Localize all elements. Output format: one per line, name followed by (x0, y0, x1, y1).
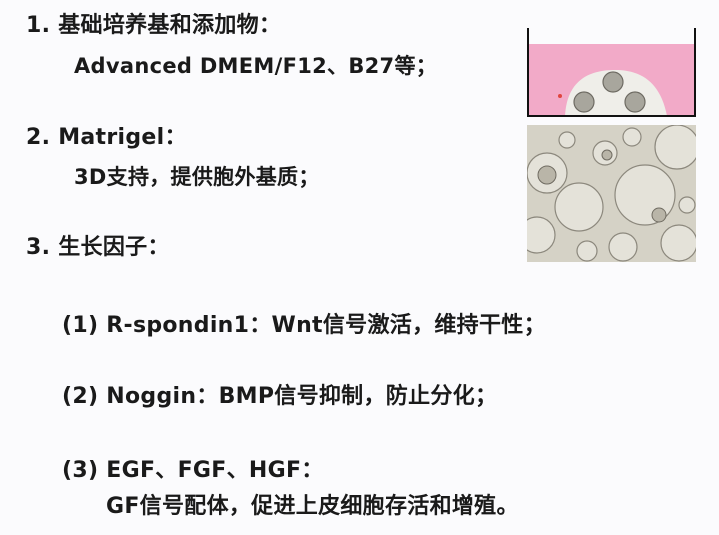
organoid-cluster (651, 207, 667, 223)
pipette-tip-dot (558, 94, 562, 98)
organoid (602, 71, 624, 93)
organoid-cluster (537, 165, 557, 185)
organoid-culture-dish-illustration (527, 28, 696, 117)
organoid-cluster (601, 149, 613, 161)
organoid-sphere (654, 125, 696, 170)
section-2-heading: 2. Matrigel： (26, 125, 187, 150)
organoid-sphere (678, 196, 696, 214)
organoid-sphere (660, 224, 696, 262)
growth-factor-item-2: (2) Noggin：BMP信号抑制，防止分化； (62, 384, 498, 409)
organoid-sphere (558, 131, 576, 149)
section-3-heading: 3. 生长因子： (26, 235, 170, 260)
growth-factor-item-3: (3) EGF、FGF、HGF： (62, 458, 324, 483)
organoid-sphere (608, 232, 638, 262)
organoid-sphere (622, 127, 642, 147)
growth-factor-item-3-detail: GF信号配体，促进上皮细胞存活和增殖。 (106, 494, 519, 519)
organoid-sphere (554, 182, 604, 232)
organoid-microscope-image (527, 125, 696, 262)
growth-factor-item-1: (1) R-spondin1：Wnt信号激活，维持干性； (62, 313, 546, 338)
section-2-detail: 3D支持，提供胞外基质； (74, 165, 320, 189)
organoid-sphere (576, 240, 598, 262)
section-1-heading: 1. 基础培养基和添加物： (26, 13, 282, 38)
organoid (624, 91, 646, 113)
organoid (573, 91, 595, 113)
section-1-detail: Advanced DMEM/F12、B27等； (74, 54, 438, 78)
